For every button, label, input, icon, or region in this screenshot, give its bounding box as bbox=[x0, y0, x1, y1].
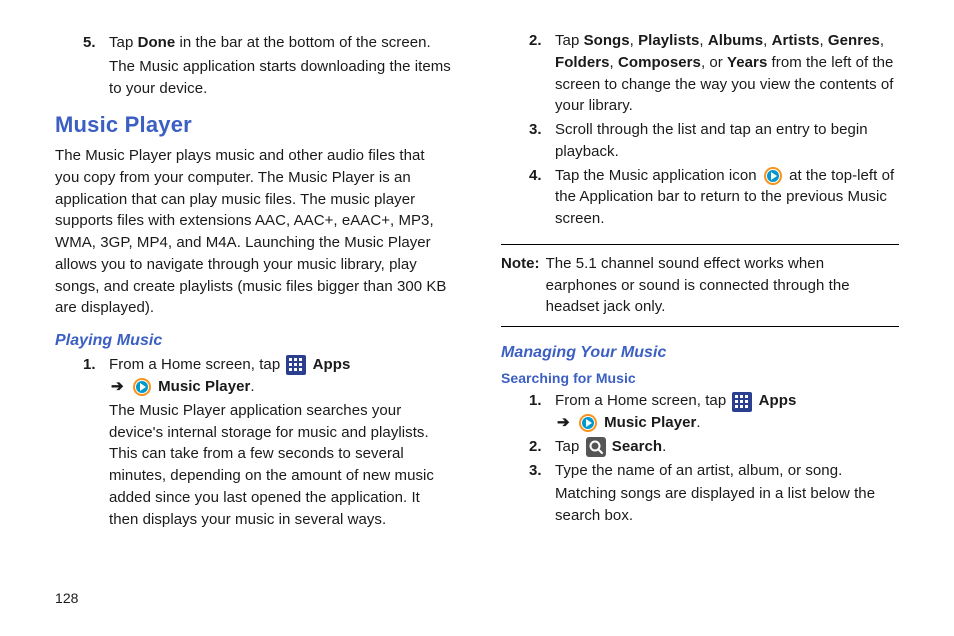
step-text: From a Home screen, tap Apps ➔ Music Pla… bbox=[555, 390, 899, 434]
text: . bbox=[250, 378, 254, 395]
text: Tap bbox=[555, 32, 584, 49]
step-text: From a Home screen, tap Apps ➔ Music Pla… bbox=[109, 354, 453, 398]
step-5: 5. Tap Done in the bar at the bottom of … bbox=[83, 32, 453, 54]
section-description: The Music Player plays music and other a… bbox=[55, 145, 453, 319]
bold-composers: Composers bbox=[618, 54, 701, 71]
step-text: Tap Songs, Playlists, Albums, Artists, G… bbox=[555, 30, 899, 117]
page-number: 128 bbox=[55, 588, 79, 608]
bold-albums: Albums bbox=[708, 32, 763, 49]
step-text: Scroll through the list and tap an entry… bbox=[555, 119, 899, 163]
playing-step-3: 3. Scroll through the list and tap an en… bbox=[529, 119, 899, 163]
text: . bbox=[696, 414, 700, 431]
step-5-follow: The Music application starts downloading… bbox=[109, 56, 453, 100]
text: in the bar at the bottom of the screen. bbox=[175, 34, 430, 51]
section-title-music-player: Music Player bbox=[55, 109, 453, 141]
note-label: Note: bbox=[501, 253, 540, 318]
text: , bbox=[630, 32, 638, 49]
subheading-searching: Searching for Music bbox=[501, 368, 899, 388]
search-step-2: 2. Tap Search. bbox=[529, 436, 899, 458]
bold-genres: Genres bbox=[828, 32, 880, 49]
music-player-icon bbox=[578, 413, 598, 433]
search-step-1: 1. From a Home screen, tap Apps ➔ Music … bbox=[529, 390, 899, 434]
bold-songs: Songs bbox=[584, 32, 630, 49]
step-number: 1. bbox=[83, 354, 109, 398]
bold-playlists: Playlists bbox=[638, 32, 699, 49]
playing-step-1: 1. From a Home screen, tap Apps ➔ Music … bbox=[83, 354, 453, 398]
step-number: 3. bbox=[529, 119, 555, 163]
step-text: Type the name of an artist, album, or so… bbox=[555, 460, 899, 482]
playing-step-2: 2. Tap Songs, Playlists, Albums, Artists… bbox=[529, 30, 899, 117]
bold-years: Years bbox=[727, 54, 767, 71]
note-text: The 5.1 channel sound effect works when … bbox=[544, 253, 899, 318]
search-step-3: 3. Type the name of an artist, album, or… bbox=[529, 460, 899, 482]
text: Tap bbox=[109, 34, 138, 51]
two-column-layout: 5. Tap Done in the bar at the bottom of … bbox=[55, 30, 899, 570]
note-block: Note: The 5.1 channel sound effect works… bbox=[501, 244, 899, 327]
arrow-icon: ➔ bbox=[109, 378, 126, 395]
apps-icon bbox=[732, 392, 752, 412]
text: Tap the Music application icon bbox=[555, 167, 761, 184]
apps-icon bbox=[286, 355, 306, 375]
step-text: Tap the Music application icon at the to… bbox=[555, 165, 899, 230]
step-number: 2. bbox=[529, 30, 555, 117]
bold-artists: Artists bbox=[772, 32, 820, 49]
text: Tap bbox=[555, 438, 584, 455]
step-number: 1. bbox=[529, 390, 555, 434]
bold-folders: Folders bbox=[555, 54, 610, 71]
search-icon bbox=[586, 437, 606, 457]
text: , bbox=[699, 32, 707, 49]
step-text: Tap Done in the bar at the bottom of the… bbox=[109, 32, 453, 54]
bold-search: Search bbox=[612, 438, 662, 455]
text: , bbox=[610, 54, 618, 71]
text: , or bbox=[701, 54, 727, 71]
search-step-3-follow: Matching songs are displayed in a list b… bbox=[555, 483, 899, 527]
subsection-playing-music: Playing Music bbox=[55, 329, 453, 352]
arrow-icon: ➔ bbox=[555, 414, 572, 431]
bold-music-player: Music Player bbox=[158, 378, 250, 395]
playing-step-1-follow: The Music Player application searches yo… bbox=[109, 400, 453, 531]
playing-step-4: 4. Tap the Music application icon at the… bbox=[529, 165, 899, 230]
text: , bbox=[880, 32, 884, 49]
bold-apps: Apps bbox=[313, 356, 351, 373]
page: 5. Tap Done in the bar at the bottom of … bbox=[0, 0, 954, 636]
text: From a Home screen, tap bbox=[109, 356, 284, 373]
bold-music-player: Music Player bbox=[604, 414, 696, 431]
text: , bbox=[763, 32, 771, 49]
bold-apps: Apps bbox=[759, 392, 797, 409]
step-text: Tap Search. bbox=[555, 436, 899, 458]
text: . bbox=[662, 438, 666, 455]
step-number: 4. bbox=[529, 165, 555, 230]
music-player-icon bbox=[132, 377, 152, 397]
step-number: 5. bbox=[83, 32, 109, 54]
step-number: 2. bbox=[529, 436, 555, 458]
bold-done: Done bbox=[138, 34, 176, 51]
music-player-icon bbox=[763, 166, 783, 186]
step-number: 3. bbox=[529, 460, 555, 482]
text: , bbox=[819, 32, 827, 49]
subsection-managing-music: Managing Your Music bbox=[501, 341, 899, 364]
text: From a Home screen, tap bbox=[555, 392, 730, 409]
